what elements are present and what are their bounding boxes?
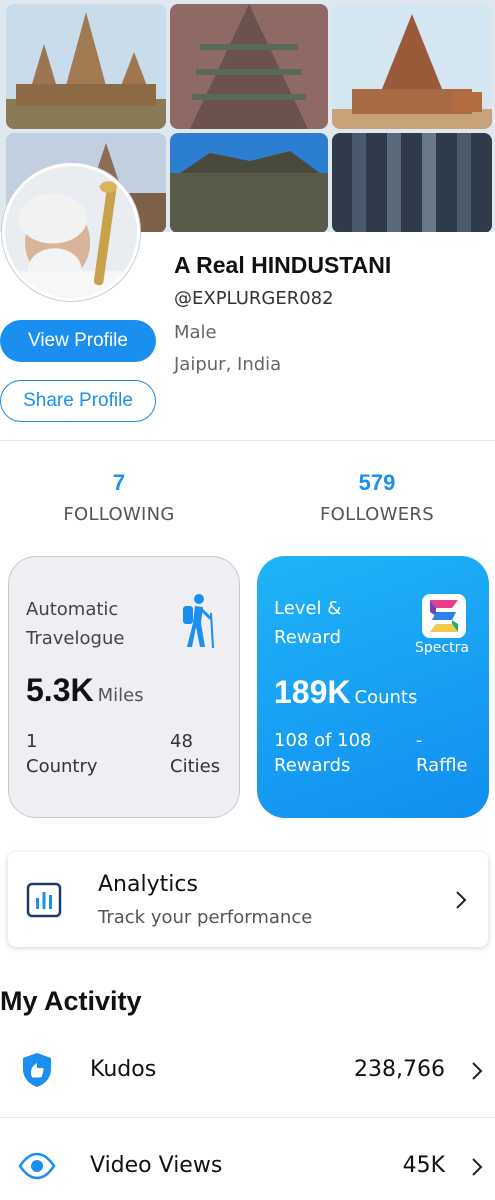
raffle-stat: - Raffle xyxy=(416,728,468,778)
travelogue-unit: Miles xyxy=(97,685,144,706)
eye-icon xyxy=(18,1152,56,1180)
share-profile-button[interactable]: Share Profile xyxy=(0,380,156,422)
divider xyxy=(0,440,495,441)
hiker-icon xyxy=(183,594,214,649)
divider xyxy=(0,1117,495,1118)
following-stat[interactable]: 7 FOLLOWING xyxy=(19,470,219,525)
cities-stat: 48 Cities xyxy=(170,729,220,779)
analytics-card[interactable]: Analytics Track your performance xyxy=(8,852,488,947)
kudos-shield-icon xyxy=(23,1053,51,1087)
country-stat: 1 Country xyxy=(26,729,98,779)
spectra-logo xyxy=(422,594,466,638)
activity-label-video-views: Video Views xyxy=(90,1153,223,1178)
reward-value: 189K xyxy=(274,674,351,710)
rewards-stat: 108 of 108 Rewards xyxy=(274,728,372,778)
profile-handle: @EXPLURGER082 xyxy=(174,288,334,309)
cities-count: 48 xyxy=(170,731,193,752)
cover-photo-temple-2 xyxy=(170,4,328,129)
chevron-right-icon xyxy=(456,891,467,909)
analytics-title: Analytics xyxy=(98,872,198,897)
activity-value-video-views: 45K xyxy=(402,1153,445,1178)
followers-count: 579 xyxy=(358,470,396,495)
rewards-line2: Rewards xyxy=(274,755,351,776)
profile-name: A Real HINDUSTANI xyxy=(174,252,392,278)
chevron-right-icon xyxy=(472,1062,483,1080)
country-label: Country xyxy=(26,756,98,777)
level-reward-card[interactable]: Level & Reward Spectra 189K Counts 108 of… xyxy=(257,556,489,818)
activity-value-kudos: 238,766 xyxy=(354,1057,445,1082)
view-profile-button[interactable]: View Profile xyxy=(0,320,156,362)
raffle-line1: - xyxy=(416,730,423,751)
profile-gender: Male xyxy=(174,322,217,343)
rewards-line1: 108 of 108 xyxy=(274,730,372,751)
cover-photo-temple-3 xyxy=(332,4,492,129)
country-count: 1 xyxy=(26,731,38,752)
followers-label: FOLLOWERS xyxy=(320,504,434,525)
cover-photo-temple-1 xyxy=(6,4,166,129)
chevron-right-icon xyxy=(472,1158,483,1176)
avatar[interactable] xyxy=(2,163,140,301)
raffle-line2: Raffle xyxy=(416,755,468,776)
following-count: 7 xyxy=(112,470,126,495)
travelogue-card[interactable]: Automatic Travelogue 5.3K Miles 1 Country… xyxy=(8,556,240,818)
following-label: FOLLOWING xyxy=(63,504,175,525)
reward-title: Level & Reward xyxy=(274,598,342,648)
bar-chart-icon xyxy=(26,882,62,918)
cover-photo-temple-6 xyxy=(332,133,492,232)
analytics-subtitle: Track your performance xyxy=(98,907,313,928)
profile-location: Jaipur, India xyxy=(174,354,282,375)
activity-row-kudos[interactable]: Kudos 238,766 xyxy=(0,1035,495,1105)
followers-stat[interactable]: 579 FOLLOWERS xyxy=(277,470,477,525)
travelogue-distance: 5.3K Miles xyxy=(26,672,144,709)
cities-label: Cities xyxy=(170,756,221,777)
reward-unit: Counts xyxy=(354,687,418,708)
spectra-label: Spectra xyxy=(415,640,469,656)
travelogue-value: 5.3K xyxy=(26,672,94,708)
cover-photo-temple-5 xyxy=(170,133,328,232)
my-activity-title: My Activity xyxy=(0,986,142,1016)
reward-counts: 189K Counts xyxy=(274,674,417,711)
travelogue-title: Automatic Travelogue xyxy=(26,599,125,649)
activity-row-video-views[interactable]: Video Views 45K xyxy=(0,1133,495,1200)
activity-label-kudos: Kudos xyxy=(90,1057,157,1082)
